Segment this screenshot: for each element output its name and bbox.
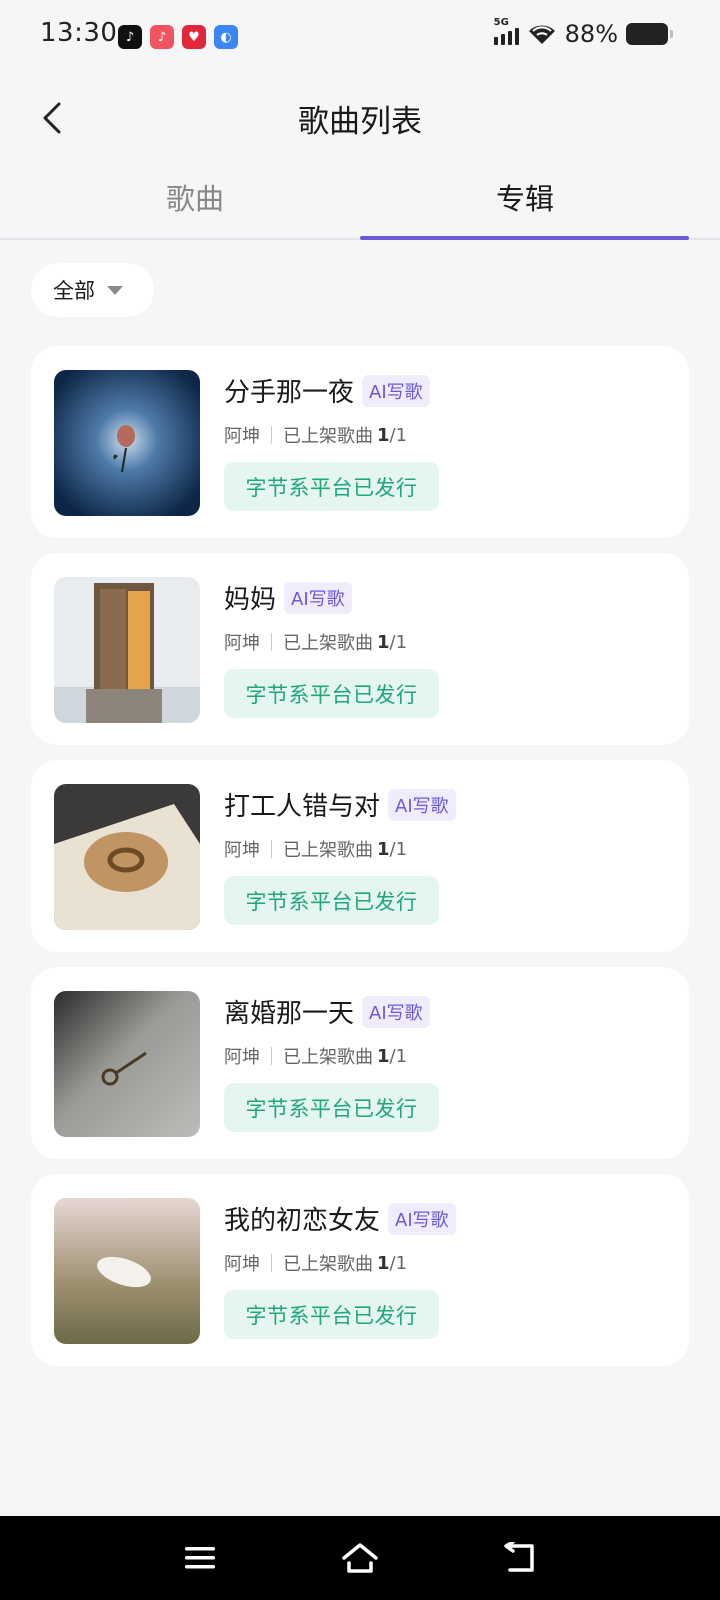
- tab-songs[interactable]: 歌曲: [15, 176, 375, 218]
- meta-divider: [271, 426, 272, 444]
- meta-divider: [271, 1047, 272, 1065]
- qq-music-icon: ♪: [118, 25, 142, 49]
- album-card[interactable]: 离婚那一天 AI写歌阿坤 已上架歌曲 1/1 字节系平台已发行: [31, 967, 689, 1159]
- status-label: 已上架歌曲: [283, 633, 373, 654]
- total-count: /1: [389, 838, 408, 860]
- album-meta: 阿坤 已上架歌曲 1/1: [224, 422, 407, 448]
- released-count: 1: [377, 424, 390, 446]
- home-icon: [342, 1543, 378, 1573]
- album-cover-image: [54, 577, 200, 723]
- ai-badge: AI写歌: [388, 788, 456, 821]
- artist-name: 阿坤: [224, 633, 260, 654]
- back-nav-button[interactable]: [496, 1534, 544, 1582]
- status-time: 13:30: [40, 18, 118, 48]
- album-meta: 阿坤 已上架歌曲 1/1: [224, 1250, 407, 1276]
- status-bar: 13:30 ♪ ♪ ♥ ◐ 5G 88%: [0, 0, 720, 72]
- header: 歌曲列表: [0, 80, 720, 156]
- artist-name: 阿坤: [224, 426, 260, 447]
- status-label: 已上架歌曲: [283, 426, 373, 447]
- status-label: 已上架歌曲: [283, 1254, 373, 1275]
- album-card[interactable]: 我的初恋女友 AI写歌阿坤 已上架歌曲 1/1 字节系平台已发行: [31, 1174, 689, 1366]
- tab-bar: 歌曲 专辑: [0, 166, 720, 240]
- total-count: /1: [389, 1252, 408, 1274]
- status-label: 已上架歌曲: [283, 1047, 373, 1068]
- status-label: 已上架歌曲: [283, 840, 373, 861]
- artist-name: 阿坤: [224, 840, 260, 861]
- album-title: 我的初恋女友: [224, 1206, 381, 1236]
- home-button[interactable]: [336, 1534, 384, 1582]
- system-nav-bar: [0, 1516, 720, 1600]
- notification-icons: ♪ ♪ ♥ ◐: [118, 25, 238, 49]
- album-title: 离婚那一天: [224, 999, 355, 1029]
- artist-name: 阿坤: [224, 1047, 260, 1068]
- meta-divider: [271, 1254, 272, 1272]
- album-cover-image: [54, 370, 200, 516]
- filter-label: 全部: [53, 279, 95, 303]
- battery-percentage: 88%: [564, 20, 618, 48]
- release-status-badge: 字节系平台已发行: [224, 1290, 439, 1339]
- release-status-badge: 字节系平台已发行: [224, 462, 439, 511]
- release-status-badge: 字节系平台已发行: [224, 1083, 439, 1132]
- album-card[interactable]: 妈妈 AI写歌阿坤 已上架歌曲 1/1 字节系平台已发行: [31, 553, 689, 745]
- meta-divider: [271, 633, 272, 651]
- album-title-row: 打工人错与对 AI写歌: [224, 786, 456, 823]
- album-cover-image: [54, 1198, 200, 1344]
- wifi-icon: [528, 25, 555, 44]
- return-icon: [504, 1542, 534, 1572]
- album-title: 分手那一夜: [224, 378, 355, 408]
- active-tab-indicator: [360, 236, 689, 240]
- caret-down-icon: [107, 285, 123, 295]
- album-cover-image: [54, 991, 200, 1137]
- album-title-row: 妈妈 AI写歌: [224, 579, 352, 616]
- album-meta: 阿坤 已上架歌曲 1/1: [224, 836, 407, 862]
- douyin-music-icon: ♪: [150, 25, 174, 49]
- total-count: /1: [389, 424, 408, 446]
- album-list: 分手那一夜 AI写歌 阿坤 已上架歌曲 1/1 字节系平台已发行 妈妈 AI写歌 阿坤 已上架歌曲…: [31, 346, 689, 1381]
- page-title: 歌曲列表: [298, 104, 422, 140]
- filter-dropdown[interactable]: 全部: [31, 263, 154, 317]
- menu-icon: [185, 1547, 215, 1569]
- release-status-badge: 字节系平台已发行: [224, 669, 439, 718]
- released-count: 1: [377, 1045, 390, 1067]
- blue-app-icon: ◐: [214, 25, 238, 49]
- status-indicators: 5G 88%: [493, 17, 673, 48]
- album-meta: 阿坤 已上架歌曲 1/1: [224, 1043, 407, 1069]
- released-count: 1: [377, 631, 390, 653]
- tab-albums[interactable]: 专辑: [345, 176, 705, 218]
- ai-badge: AI写歌: [284, 581, 352, 614]
- cellular-signal-icon: 5G: [493, 17, 519, 45]
- network-type: 5G: [493, 17, 509, 28]
- released-count: 1: [377, 838, 390, 860]
- album-meta: 阿坤 已上架歌曲 1/1: [224, 629, 407, 655]
- released-count: 1: [377, 1252, 390, 1274]
- battery-icon: [626, 23, 673, 45]
- ai-badge: AI写歌: [388, 1202, 456, 1235]
- total-count: /1: [389, 1045, 408, 1067]
- menu-button[interactable]: [176, 1534, 224, 1582]
- ai-badge: AI写歌: [362, 995, 430, 1028]
- heart-app-icon: ♥: [182, 25, 206, 49]
- album-cover-image: [54, 784, 200, 930]
- ai-badge: AI写歌: [362, 374, 430, 407]
- meta-divider: [271, 840, 272, 858]
- artist-name: 阿坤: [224, 1254, 260, 1275]
- album-title-row: 离婚那一天 AI写歌: [224, 993, 430, 1030]
- album-card[interactable]: 分手那一夜 AI写歌阿坤 已上架歌曲 1/1 字节系平台已发行: [31, 346, 689, 538]
- album-title-row: 分手那一夜 AI写歌: [224, 372, 430, 409]
- album-card[interactable]: 打工人错与对 AI写歌阿坤 已上架歌曲 1/1 字节系平台已发行: [31, 760, 689, 952]
- total-count: /1: [389, 631, 408, 653]
- album-title: 打工人错与对: [224, 792, 381, 822]
- album-title-row: 我的初恋女友 AI写歌: [224, 1200, 456, 1237]
- album-title: 妈妈: [224, 585, 277, 615]
- release-status-badge: 字节系平台已发行: [224, 876, 439, 925]
